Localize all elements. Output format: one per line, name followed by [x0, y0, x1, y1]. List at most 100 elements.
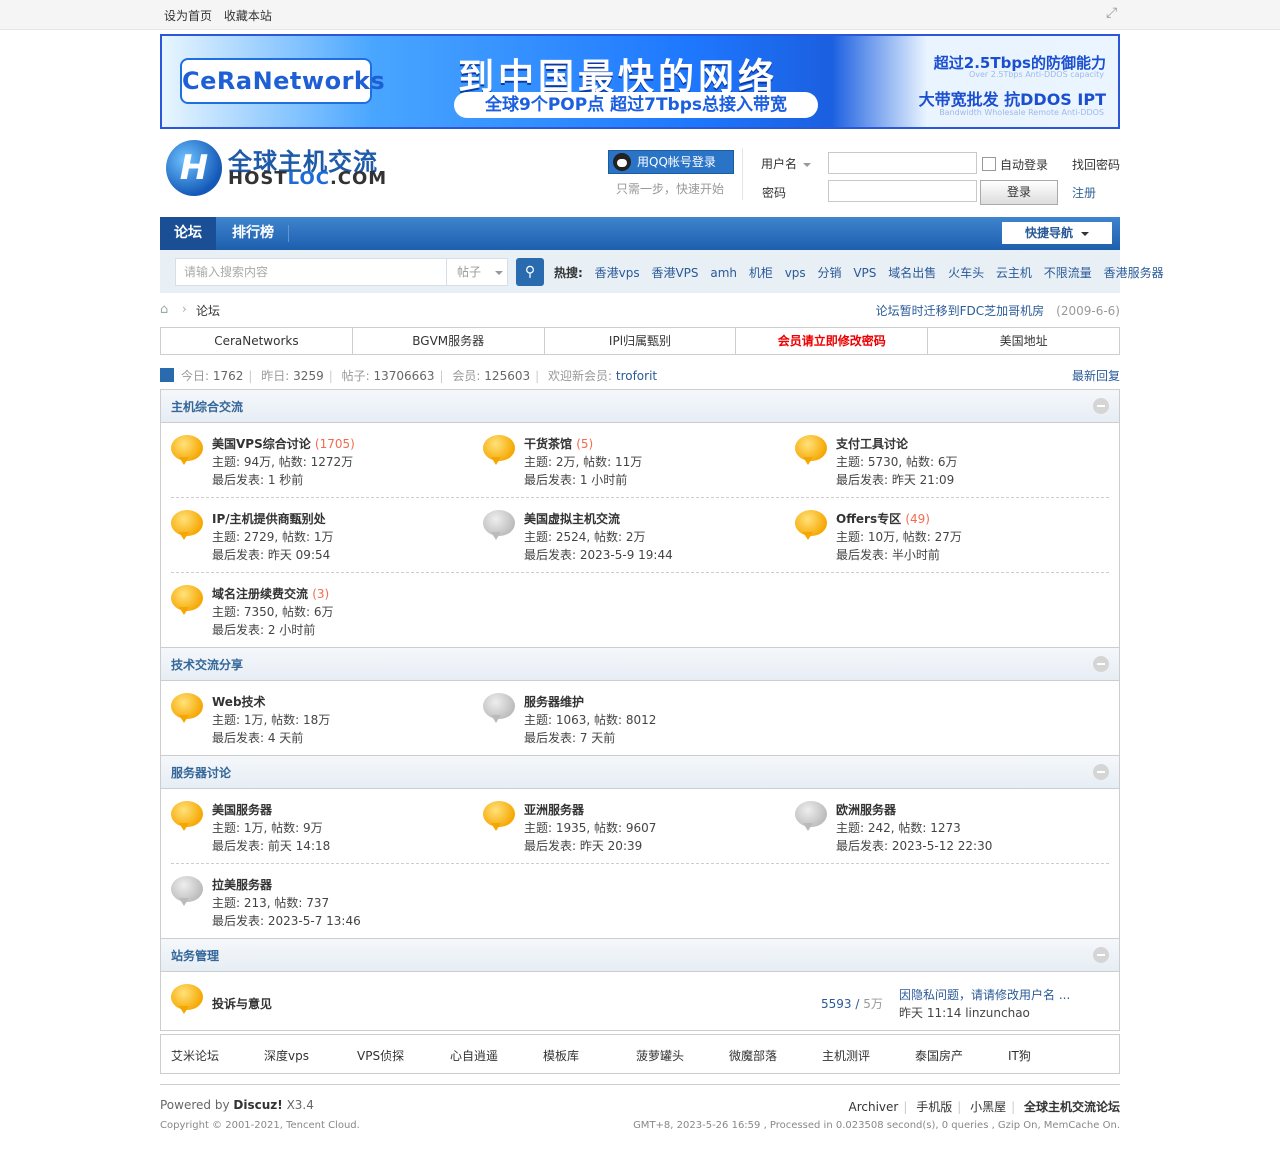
- forum-name-link[interactable]: Offers专区 (49): [836, 510, 930, 527]
- nav-ranking[interactable]: 排行榜: [220, 217, 286, 250]
- forum-name-link[interactable]: 亚洲服务器: [524, 801, 584, 818]
- forum-last-post[interactable]: 最后发表: 7 天前: [524, 729, 615, 746]
- forum-name-link[interactable]: 域名注册续费交流 (3): [212, 585, 329, 602]
- blacklist-link[interactable]: 小黑屋: [970, 1100, 1006, 1114]
- forum-name-link[interactable]: 美国服务器: [212, 801, 272, 818]
- promo-link[interactable]: 美国地址: [928, 328, 1119, 354]
- friend-link[interactable]: 菠萝罐头: [636, 1047, 684, 1064]
- forum-name-link[interactable]: 美国虚拟主机交流: [524, 510, 620, 527]
- qq-login-button[interactable]: 用QQ帐号登录: [608, 150, 734, 174]
- forum-bubble-icon[interactable]: [483, 435, 515, 465]
- forum-bubble-icon[interactable]: [483, 801, 515, 831]
- forum-last-post[interactable]: 最后发表: 前天 14:18: [212, 837, 330, 854]
- hot-search-link[interactable]: 机柜: [749, 266, 773, 280]
- username-input[interactable]: [828, 152, 977, 174]
- friend-link[interactable]: 艾米论坛: [171, 1047, 219, 1064]
- last-post-meta[interactable]: 昨天 11:14 linzunchao: [899, 1004, 1030, 1021]
- forum-name-link[interactable]: 投诉与意见: [212, 995, 272, 1012]
- fullscreen-icon[interactable]: ⤢: [1106, 6, 1120, 20]
- category-title[interactable]: 技术交流分享: [171, 656, 243, 673]
- forum-name-link[interactable]: 支付工具讨论: [836, 435, 908, 452]
- forum-last-post[interactable]: 最后发表: 1 秒前: [212, 471, 303, 488]
- forum-last-post[interactable]: 最后发表: 昨天 09:54: [212, 546, 330, 563]
- category-title[interactable]: 主机综合交流: [171, 398, 243, 415]
- hot-search-link[interactable]: 不限流量: [1044, 266, 1092, 280]
- friend-link[interactable]: 微魔部落: [729, 1047, 777, 1064]
- friend-link[interactable]: VPS侦探: [357, 1047, 404, 1064]
- friend-link[interactable]: 心自逍遥: [450, 1047, 498, 1064]
- forum-name-link[interactable]: 干货茶馆 (5): [524, 435, 593, 452]
- search-type-select[interactable]: 帖子: [446, 258, 508, 286]
- newest-member-link[interactable]: troforit: [616, 369, 657, 383]
- forum-bubble-icon[interactable]: [171, 693, 203, 723]
- search-input[interactable]: 请输入搜索内容: [175, 258, 447, 286]
- site-name-link[interactable]: 全球主机交流论坛: [1024, 1100, 1120, 1114]
- hot-search-link[interactable]: amh: [710, 266, 737, 280]
- hot-search-link[interactable]: 香港VPS: [651, 266, 698, 280]
- hot-search-link[interactable]: vps: [785, 266, 806, 280]
- promo-link[interactable]: CeraNetworks: [161, 328, 353, 354]
- promo-link[interactable]: IPl归属甄别: [545, 328, 737, 354]
- username-type-select[interactable]: 用户名: [761, 155, 812, 172]
- forum-bubble-icon[interactable]: [483, 693, 515, 723]
- forum-bubble-icon[interactable]: [171, 984, 203, 1014]
- forum-name-link[interactable]: 欧洲服务器: [836, 801, 896, 818]
- hot-search-link[interactable]: 火车头: [948, 266, 984, 280]
- password-input[interactable]: [828, 180, 977, 202]
- archiver-link[interactable]: Archiver: [848, 1100, 898, 1114]
- forum-bubble-icon[interactable]: [171, 585, 203, 615]
- collapse-icon[interactable]: [1093, 656, 1109, 672]
- last-post-title[interactable]: 因隐私问题，请请修改用户名 ...: [899, 986, 1070, 1003]
- forum-last-post[interactable]: 最后发表: 2023-5-7 13:46: [212, 912, 361, 929]
- forum-last-post[interactable]: 最后发表: 昨天 21:09: [836, 471, 954, 488]
- mobile-link[interactable]: 手机版: [916, 1100, 952, 1114]
- forum-last-post[interactable]: 最后发表: 2023-5-12 22:30: [836, 837, 992, 854]
- login-button[interactable]: 登录: [980, 180, 1058, 205]
- category-title[interactable]: 服务器讨论: [171, 764, 231, 781]
- forum-bubble-icon[interactable]: [171, 435, 203, 465]
- forum-bubble-icon[interactable]: [795, 801, 827, 831]
- collapse-icon[interactable]: [1093, 398, 1109, 414]
- promo-link-alert[interactable]: 会员请立即修改密码: [736, 328, 929, 354]
- friend-link[interactable]: IT狗: [1008, 1047, 1031, 1064]
- site-logo[interactable]: H 全球主机交流 HOSTLOC.COM: [166, 140, 416, 206]
- forum-bubble-icon[interactable]: [795, 510, 827, 540]
- latest-replies-link[interactable]: 最新回复: [1072, 367, 1120, 384]
- forum-last-post[interactable]: 最后发表: 1 小时前: [524, 471, 627, 488]
- forum-name-link[interactable]: 拉美服务器: [212, 876, 272, 893]
- search-button[interactable]: ⚲: [516, 258, 544, 286]
- forum-last-post[interactable]: 最后发表: 昨天 20:39: [524, 837, 642, 854]
- collapse-icon[interactable]: [1093, 947, 1109, 963]
- announcement[interactable]: 论坛暂时迁移到FDC芝加哥机房 (2009-6-6): [876, 302, 1120, 319]
- forum-bubble-icon[interactable]: [483, 510, 515, 540]
- hot-search-link[interactable]: 云主机: [996, 266, 1032, 280]
- quick-nav-button[interactable]: 快捷导航: [1002, 222, 1112, 244]
- forum-name-link[interactable]: 美国VPS综合讨论 (1705): [212, 435, 355, 452]
- forum-bubble-icon[interactable]: [171, 801, 203, 831]
- hot-search-link[interactable]: 香港服务器: [1104, 266, 1164, 280]
- forum-name-link[interactable]: IP/主机提供商甄别处: [212, 510, 326, 527]
- hot-search-link[interactable]: VPS: [853, 266, 876, 280]
- bookmark-link[interactable]: 收藏本站: [224, 9, 272, 23]
- category-title[interactable]: 站务管理: [171, 947, 219, 964]
- forum-name-link[interactable]: 服务器维护: [524, 693, 584, 710]
- set-home-link[interactable]: 设为首页: [164, 9, 212, 23]
- hot-search-link[interactable]: 分销: [818, 266, 842, 280]
- forum-bubble-icon[interactable]: [795, 435, 827, 465]
- forum-bubble-icon[interactable]: [171, 510, 203, 540]
- find-password-link[interactable]: 找回密码: [1072, 156, 1120, 173]
- ad-banner[interactable]: CeRaNetworks 到中国最快的网络 全球9个POP点 超过7Tbps总接…: [160, 34, 1120, 129]
- auto-login-checkbox[interactable]: [982, 157, 996, 171]
- friend-link[interactable]: 模板库: [543, 1047, 579, 1064]
- promo-link[interactable]: BGVM服务器: [353, 328, 545, 354]
- friend-link[interactable]: 深度vps: [264, 1047, 309, 1064]
- home-icon[interactable]: ⌂: [160, 303, 176, 317]
- hot-search-link[interactable]: 香港vps: [595, 266, 640, 280]
- forum-bubble-icon[interactable]: [171, 876, 203, 906]
- forum-last-post[interactable]: 最后发表: 4 天前: [212, 729, 303, 746]
- collapse-icon[interactable]: [1093, 764, 1109, 780]
- breadcrumb-current[interactable]: 论坛: [196, 302, 220, 319]
- forum-last-post[interactable]: 最后发表: 半小时前: [836, 546, 940, 563]
- hot-search-link[interactable]: 域名出售: [888, 266, 936, 280]
- friend-link[interactable]: 泰国房产: [915, 1047, 963, 1064]
